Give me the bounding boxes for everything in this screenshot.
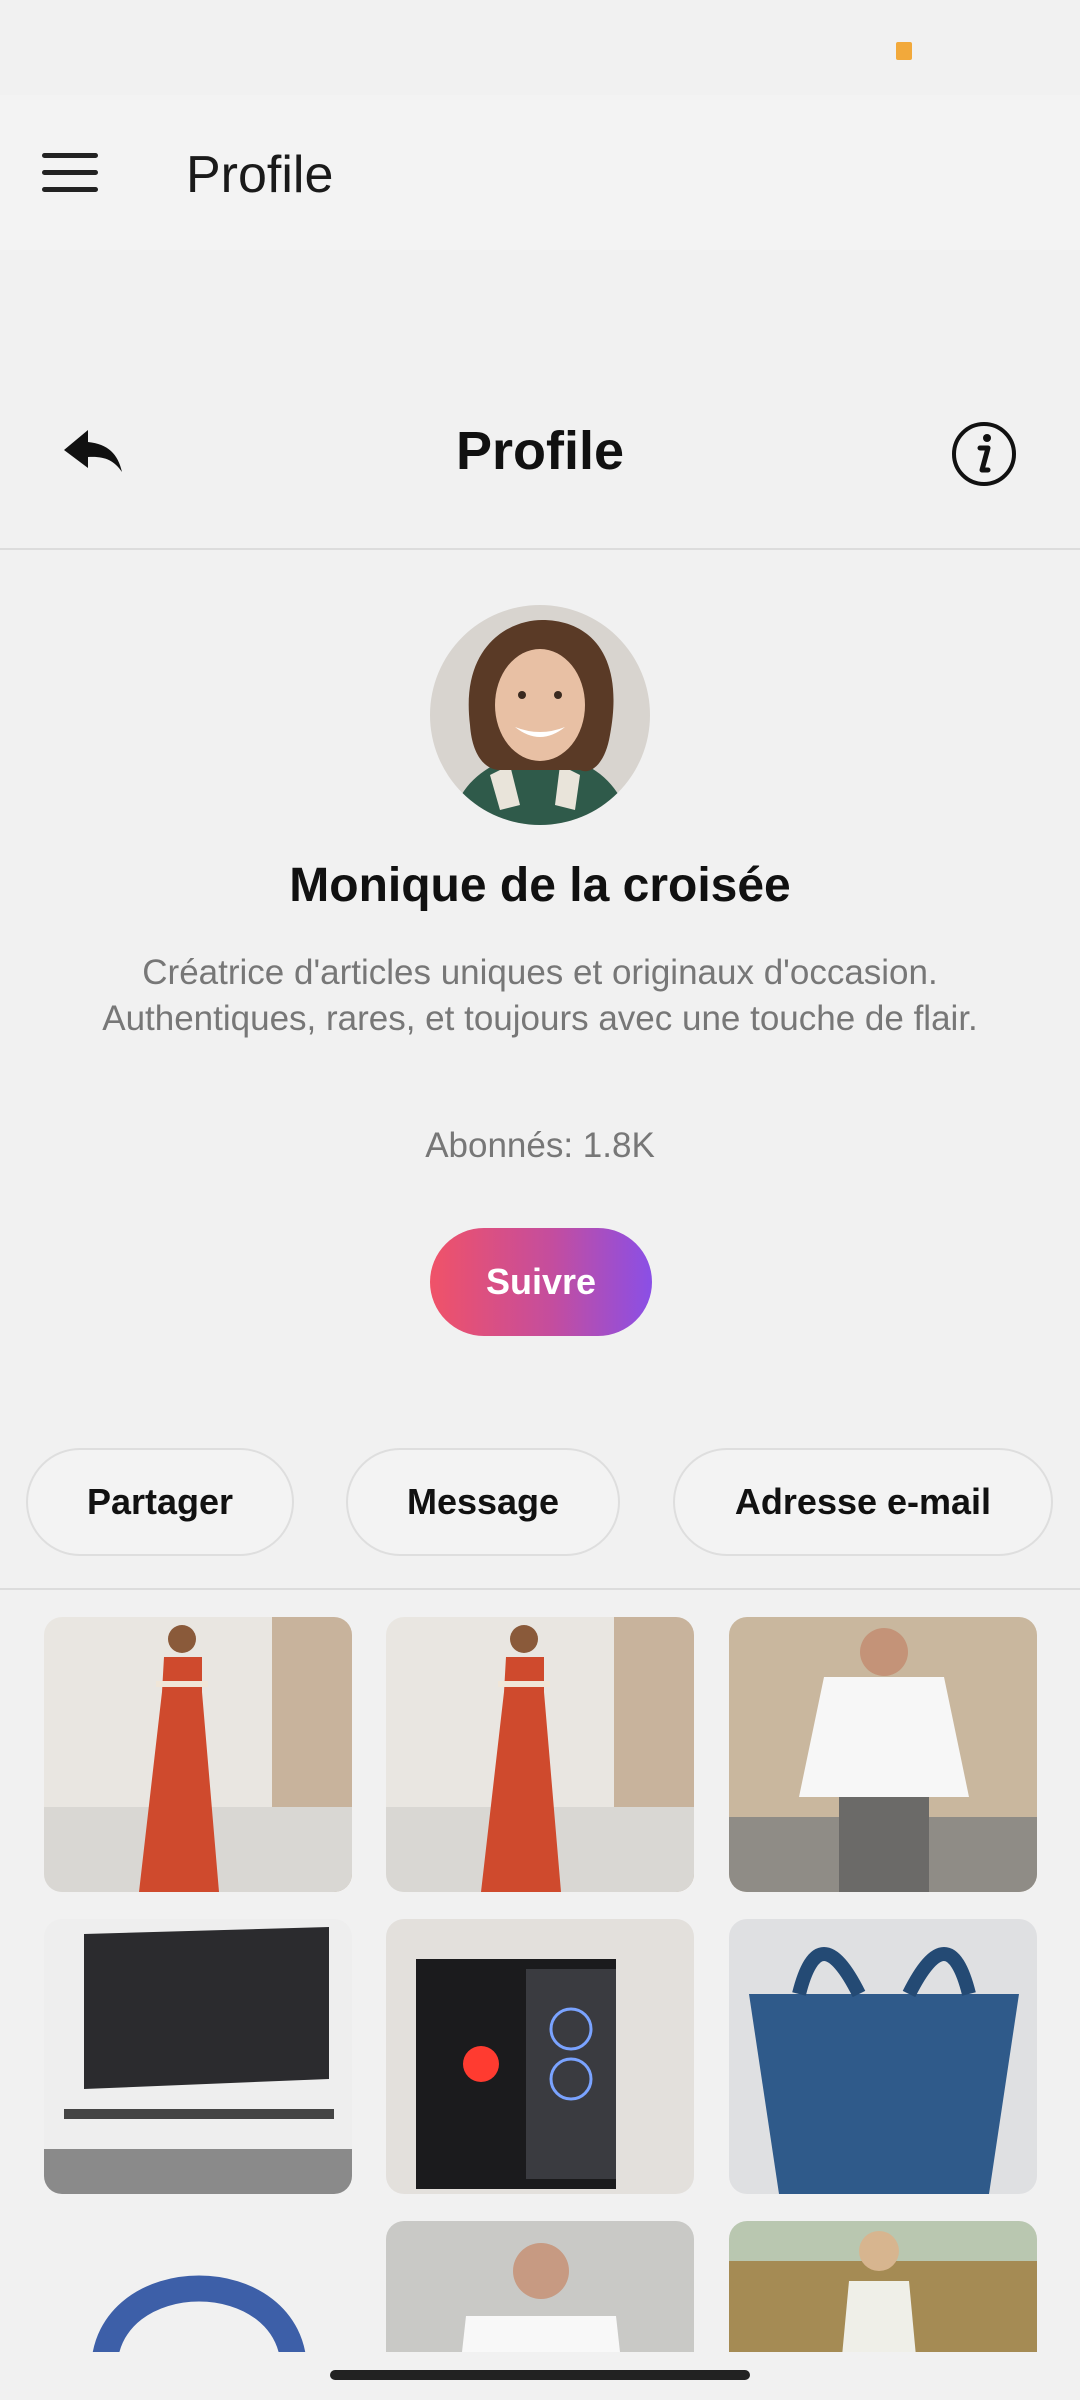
product-tile-white-shirt[interactable]: [386, 2221, 694, 2352]
avatar: [430, 605, 650, 825]
product-tile-blue-bag[interactable]: [729, 1919, 1037, 2194]
product-tile-red-dress[interactable]: [44, 1617, 352, 1892]
profile-name: Monique de la croisée: [289, 859, 791, 912]
product-tile-tv[interactable]: [44, 1919, 352, 2194]
page-header: Profile: [0, 380, 1080, 550]
app-bar: Profile: [0, 95, 1080, 250]
message-button[interactable]: Message: [346, 1448, 620, 1556]
divider: [0, 1588, 1080, 1590]
profile-bio: Créatrice d'articles uniques et originau…: [102, 953, 978, 1038]
menu-icon[interactable]: [42, 153, 98, 193]
product-grid: [44, 1617, 1037, 2352]
email-button[interactable]: Adresse e-mail: [673, 1448, 1053, 1556]
follow-button[interactable]: Suivre: [430, 1228, 652, 1336]
home-indicator[interactable]: [330, 2370, 750, 2380]
product-tile-headphones[interactable]: [44, 2221, 352, 2352]
product-tile-white-shirt-man[interactable]: [729, 1617, 1037, 1892]
product-tile-floral-dress[interactable]: [729, 2221, 1037, 2352]
share-button[interactable]: Partager: [26, 1448, 294, 1556]
product-tile-red-dress[interactable]: [386, 1617, 694, 1892]
page-title: Profile: [455, 421, 625, 481]
status-indicator: [896, 42, 912, 60]
app-bar-title: Profile: [186, 146, 334, 204]
product-tile-pc-tower[interactable]: [386, 1919, 694, 2194]
info-icon[interactable]: [950, 420, 1018, 488]
followers-count: Abonnés: 1.8K: [425, 1126, 655, 1165]
